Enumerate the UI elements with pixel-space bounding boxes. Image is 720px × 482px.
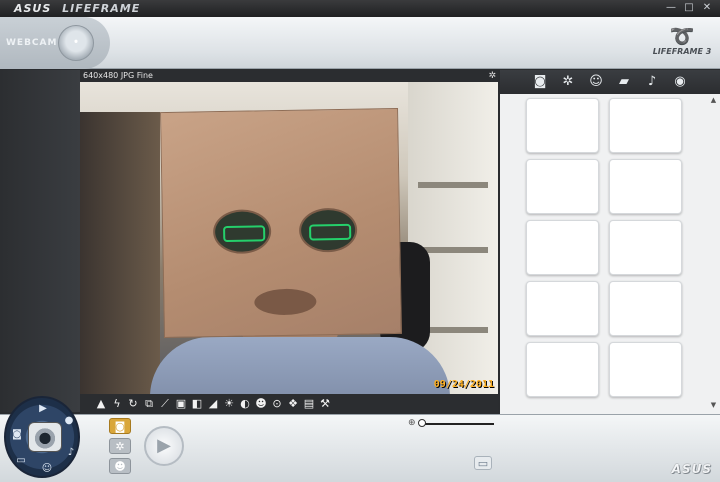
lifeframe-swirl-icon: ➰ xyxy=(669,24,695,48)
tab-head-icon[interactable]: ☺ xyxy=(588,74,604,90)
tab-gear-icon[interactable]: ✲ xyxy=(560,74,576,90)
thumbnail-slot[interactable] xyxy=(609,159,682,214)
scroll-down-icon[interactable]: ▼ xyxy=(709,401,718,410)
bottom-band xyxy=(0,414,720,482)
thumbnail-slot[interactable] xyxy=(526,220,599,275)
left-strip xyxy=(0,70,80,412)
open-folder-button[interactable]: ▭ xyxy=(474,456,492,470)
resolution-label: 640x480 JPG Fine xyxy=(83,71,153,80)
thumbnail-slot[interactable] xyxy=(609,98,682,153)
background-door xyxy=(80,112,160,394)
dial-screen-icon[interactable]: ▭ xyxy=(14,454,28,468)
settings-mode-icon[interactable]: ✲ xyxy=(109,438,131,454)
wrench-icon[interactable]: ⚒ xyxy=(318,397,332,411)
effect-icon[interactable]: ⊙ xyxy=(270,397,284,411)
dial-mic-icon[interactable]: ♪ xyxy=(64,446,78,460)
thumbnail-grid xyxy=(526,98,686,397)
lifeframe-logo: ➰ LIFEFRAME 3 xyxy=(650,25,714,67)
right-panel: ◙ ✲ ☺ ▰ ♪ ◉ ▲ ▼ xyxy=(500,70,720,414)
thumbnail-slot[interactable] xyxy=(526,98,599,153)
brightness-icon[interactable]: ☀ xyxy=(222,397,236,411)
mask-eye-right xyxy=(298,207,358,253)
thumbnail-slot[interactable] xyxy=(609,281,682,336)
preview-settings-icon[interactable]: ✲ xyxy=(488,70,496,82)
color-icon[interactable]: ❖ xyxy=(286,397,300,411)
thumbnail-scrollbar[interactable]: ▲ ▼ xyxy=(709,96,718,410)
maximize-button[interactable]: □ xyxy=(682,2,696,14)
effects-toolbar: ▲ ϟ ↻ ⧉ ⟋ ▣ ◧ ◢ ☀ ◐ ☻ ⊙ ❖ ▤ ⚒ xyxy=(80,394,498,414)
webcam-tab[interactable]: WEBCAM xyxy=(0,17,110,69)
mask-eye-left xyxy=(212,209,272,255)
scroll-up-icon[interactable]: ▲ xyxy=(709,96,718,105)
webcam-lens-icon xyxy=(58,25,94,61)
title-bar: ASUS LIFEFRAME — □ ✕ xyxy=(0,0,720,17)
burst-icon[interactable]: ⧉ xyxy=(142,397,156,411)
thumbnail-slot[interactable] xyxy=(526,281,599,336)
tab-microphone-icon[interactable]: ♪ xyxy=(644,74,660,90)
person-shirt xyxy=(150,337,450,394)
picture-icon[interactable]: ▤ xyxy=(302,397,316,411)
mode-buttons: ◙ ✲ ☻ xyxy=(109,418,133,478)
face-mode-icon[interactable]: ☻ xyxy=(109,458,131,474)
flash-icon[interactable]: ϟ xyxy=(110,397,124,411)
dial-photo-icon[interactable]: ◙ xyxy=(10,428,24,442)
tab-video-icon[interactable]: ▰ xyxy=(616,74,632,90)
thumbnail-slot[interactable] xyxy=(526,342,599,397)
exposure-icon[interactable]: ◢ xyxy=(206,397,220,411)
contrast-icon[interactable]: ◐ xyxy=(238,397,252,411)
tab-camera-icon[interactable]: ◙ xyxy=(532,74,548,90)
lifeframe-logo-text: LIFEFRAME 3 xyxy=(652,47,712,56)
date-stamp: 09/24/2011 xyxy=(433,379,494,390)
thumbnail-slot[interactable] xyxy=(526,159,599,214)
app-title: LIFEFRAME xyxy=(62,2,141,15)
frame-icon[interactable]: ▣ xyxy=(174,397,188,411)
face-icon[interactable]: ☻ xyxy=(254,397,268,411)
asus-footer-logo: ASUS xyxy=(671,462,712,476)
asus-logo: ASUS xyxy=(14,2,52,15)
dial-record-icon[interactable]: ● xyxy=(62,414,76,428)
mode-dial[interactable]: ◙ ▶ ● ♪ ☺ ▭ xyxy=(4,396,80,478)
dial-camera-icon xyxy=(28,422,62,452)
ruler-icon[interactable]: ⟋ xyxy=(158,397,172,411)
shutter-button[interactable]: ▶ xyxy=(144,426,184,466)
close-button[interactable]: ✕ xyxy=(700,2,714,14)
paper-bag-mask xyxy=(160,107,402,339)
live-preview[interactable]: 09/24/2011 xyxy=(80,82,498,394)
dial-video-icon[interactable]: ▶ xyxy=(36,402,50,416)
zoom-slider-handle[interactable] xyxy=(418,419,426,427)
tab-eye-icon[interactable]: ◉ xyxy=(672,74,688,90)
split-icon[interactable]: ◧ xyxy=(190,397,204,411)
photo-mode-icon[interactable]: ◙ xyxy=(109,418,131,434)
app-brand: ASUS LIFEFRAME xyxy=(14,2,140,15)
top-band: WEBCAM ➰ LIFEFRAME 3 xyxy=(0,17,720,69)
preview-header: 640x480 JPG Fine ✲ xyxy=(80,70,498,82)
dial-face-icon[interactable]: ☺ xyxy=(40,462,54,476)
right-panel-tabs: ◙ ✲ ☺ ▰ ♪ ◉ xyxy=(500,70,720,94)
scene-icon[interactable]: ▲ xyxy=(94,397,108,411)
webcam-label: WEBCAM xyxy=(6,38,58,48)
minimize-button[interactable]: — xyxy=(664,2,678,14)
thumbnail-slot[interactable] xyxy=(609,220,682,275)
timer-icon[interactable]: ↻ xyxy=(126,397,140,411)
zoom-slider-track[interactable] xyxy=(420,423,494,425)
mask-mouth xyxy=(254,288,317,316)
zoom-icon: ⊕ xyxy=(408,418,416,428)
thumbnail-slot[interactable] xyxy=(609,342,682,397)
zoom-control[interactable]: ⊕ xyxy=(408,418,498,429)
